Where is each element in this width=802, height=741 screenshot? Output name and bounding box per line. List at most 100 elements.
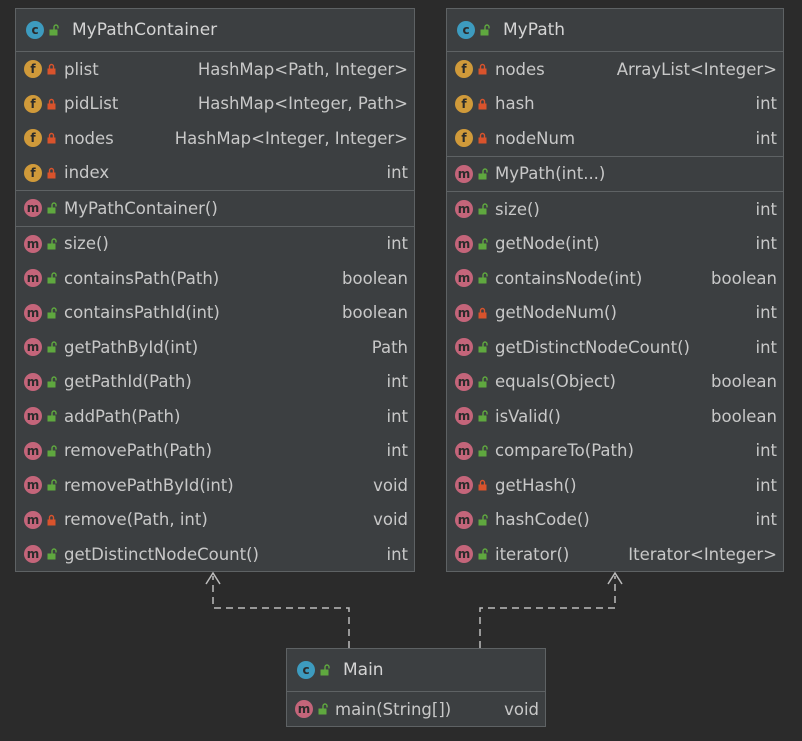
method-icon: m bbox=[24, 234, 42, 253]
private-lock-icon bbox=[47, 133, 56, 144]
method-row[interactable]: m containsNode(int) boolean bbox=[447, 261, 783, 296]
methods-section: m main(String[]) void bbox=[287, 692, 545, 727]
field-icon: f bbox=[24, 94, 42, 113]
public-unlock-icon bbox=[47, 479, 57, 491]
private-lock-icon bbox=[47, 514, 56, 526]
class-mypathcontainer[interactable]: c MyPathContainer f plist HashMap<Path, Inte… bbox=[15, 8, 415, 572]
public-unlock-icon bbox=[478, 445, 488, 457]
member-name: MyPathContainer() bbox=[64, 198, 218, 218]
method-icon: m bbox=[24, 441, 42, 460]
method-row[interactable]: m removePath(Path) int bbox=[16, 434, 414, 469]
method-row[interactable]: m compareTo(Path) int bbox=[447, 434, 783, 469]
member-name: getPathById(int) bbox=[64, 337, 199, 357]
member-name: containsPathId(int) bbox=[64, 303, 220, 323]
private-lock-icon bbox=[478, 98, 487, 110]
public-unlock-icon bbox=[47, 307, 57, 319]
method-icon: m bbox=[455, 234, 473, 253]
member-type: HashMap<Integer, Integer> bbox=[174, 128, 408, 148]
field-row[interactable]: f pidList HashMap<Integer, Path> bbox=[16, 87, 414, 122]
member-type: int bbox=[755, 475, 777, 495]
member-name: size() bbox=[64, 234, 109, 254]
method-row[interactable]: m addPath(Path) int bbox=[16, 399, 414, 434]
method-icon: m bbox=[455, 545, 473, 564]
method-row[interactable]: m getNode(int) int bbox=[447, 227, 783, 262]
public-unlock-icon bbox=[47, 445, 57, 457]
member-name: remove(Path, int) bbox=[64, 510, 208, 530]
method-icon: m bbox=[455, 200, 473, 219]
field-row[interactable]: f nodes HashMap<Integer, Integer> bbox=[16, 121, 414, 156]
method-icon: m bbox=[24, 545, 42, 564]
field-row[interactable]: f plist HashMap<Path, Integer> bbox=[16, 52, 414, 87]
class-mypath[interactable]: c MyPath f nodes ArrayList<Integer> f hash int f… bbox=[446, 8, 784, 572]
member-name: iterator() bbox=[495, 544, 570, 564]
method-row[interactable]: m size() int bbox=[16, 227, 414, 262]
method-icon: m bbox=[24, 510, 42, 529]
public-unlock-icon bbox=[318, 703, 328, 715]
member-name: main(String[]) bbox=[335, 699, 452, 719]
class-icon: c bbox=[297, 661, 315, 679]
public-unlock-icon bbox=[478, 514, 488, 526]
member-name: nodes bbox=[495, 59, 545, 79]
member-type: boolean bbox=[342, 268, 408, 288]
method-row[interactable]: m main(String[]) void bbox=[287, 692, 545, 727]
member-name: getDistinctNodeCount() bbox=[495, 337, 690, 357]
member-name: getHash() bbox=[495, 475, 577, 495]
member-type: boolean bbox=[342, 303, 408, 323]
member-name: hashCode() bbox=[495, 510, 590, 530]
method-row[interactable]: m remove(Path, int) void bbox=[16, 503, 414, 538]
field-icon: f bbox=[455, 60, 473, 79]
member-type: Path bbox=[371, 337, 408, 357]
method-row[interactable]: m hashCode() int bbox=[447, 503, 783, 538]
field-row[interactable]: f index int bbox=[16, 156, 414, 191]
member-type: int bbox=[755, 337, 777, 357]
member-name: removePath(Path) bbox=[64, 441, 213, 461]
method-row[interactable]: m containsPathId(int) boolean bbox=[16, 296, 414, 331]
method-icon: m bbox=[24, 269, 42, 288]
field-row[interactable]: f nodes ArrayList<Integer> bbox=[447, 52, 783, 87]
member-name: plist bbox=[64, 59, 99, 79]
method-icon: m bbox=[455, 476, 473, 495]
member-name: getNode(int) bbox=[495, 234, 600, 254]
public-unlock-icon bbox=[47, 376, 57, 388]
class-header[interactable]: c Main bbox=[287, 649, 545, 692]
method-row[interactable]: m getDistinctNodeCount() int bbox=[447, 330, 783, 365]
method-row[interactable]: m isValid() boolean bbox=[447, 399, 783, 434]
member-type: HashMap<Integer, Path> bbox=[197, 94, 408, 114]
method-row[interactable]: m iterator() Iterator<Integer> bbox=[447, 537, 783, 572]
field-row[interactable]: f nodeNum int bbox=[447, 121, 783, 156]
public-unlock-icon bbox=[480, 24, 490, 36]
methods-section: m size() int m getNode(int) int m containsNode(… bbox=[447, 192, 783, 572]
method-row[interactable]: m getPathId(Path) int bbox=[16, 365, 414, 400]
edge-main-to-container bbox=[212, 576, 350, 648]
method-row[interactable]: m getPathById(int) Path bbox=[16, 330, 414, 365]
member-type: Iterator<Integer> bbox=[628, 544, 777, 564]
method-row[interactable]: m containsPath(Path) boolean bbox=[16, 261, 414, 296]
member-type: int bbox=[386, 372, 408, 392]
member-type: ArrayList<Integer> bbox=[616, 59, 777, 79]
method-row[interactable]: m getDistinctNodeCount() int bbox=[16, 537, 414, 572]
method-row[interactable]: m removePathById(int) void bbox=[16, 468, 414, 503]
class-icon: c bbox=[457, 21, 475, 39]
method-icon: m bbox=[24, 407, 42, 426]
class-name: MyPath bbox=[503, 20, 566, 40]
class-header[interactable]: c MyPath bbox=[447, 9, 783, 52]
member-name: getDistinctNodeCount() bbox=[64, 544, 259, 564]
public-unlock-icon bbox=[478, 548, 488, 560]
method-row[interactable]: m equals(Object) boolean bbox=[447, 365, 783, 400]
constructor-row[interactable]: m MyPathContainer() bbox=[16, 191, 414, 226]
method-icon: m bbox=[455, 303, 473, 322]
method-row[interactable]: m getHash() int bbox=[447, 468, 783, 503]
public-unlock-icon bbox=[47, 410, 57, 422]
private-lock-icon bbox=[47, 98, 56, 110]
method-icon: m bbox=[24, 338, 42, 357]
member-name: containsPath(Path) bbox=[64, 268, 220, 288]
member-name: getPathId(Path) bbox=[64, 372, 192, 392]
methods-section: m size() int m containsPath(Path) boolean m con… bbox=[16, 227, 414, 572]
field-row[interactable]: f hash int bbox=[447, 87, 783, 122]
class-main[interactable]: c Main m main(String[]) void bbox=[286, 648, 546, 727]
method-icon: m bbox=[455, 372, 473, 391]
class-header[interactable]: c MyPathContainer bbox=[16, 9, 414, 52]
method-row[interactable]: m size() int bbox=[447, 192, 783, 227]
constructor-row[interactable]: m MyPath(int...) bbox=[447, 157, 783, 192]
method-row[interactable]: m getNodeNum() int bbox=[447, 296, 783, 331]
